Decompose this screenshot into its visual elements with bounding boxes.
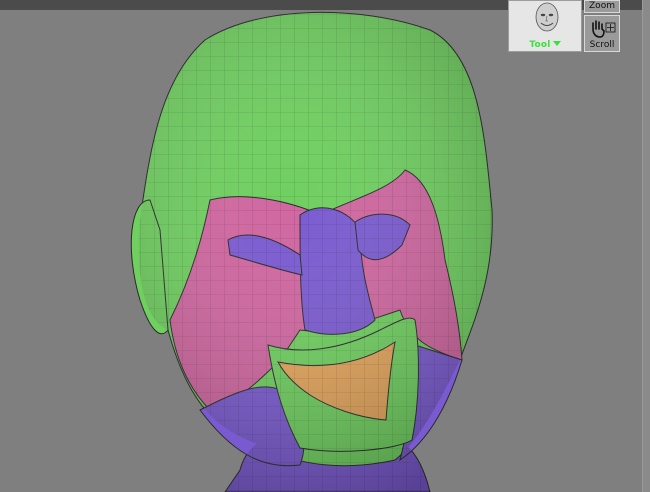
scroll-label: Scroll <box>589 40 615 50</box>
scroll-button[interactable]: Scroll <box>584 15 620 52</box>
zoom-label: Zoom <box>589 1 615 11</box>
surface-shading <box>138 12 493 492</box>
head-thumbnail-icon[interactable] <box>529 1 565 37</box>
hand-icon <box>592 20 616 38</box>
zoom-button[interactable]: Zoom <box>584 0 620 13</box>
right-edge-panel <box>642 0 650 492</box>
tool-label: Tool <box>529 40 551 50</box>
face-model[interactable] <box>0 10 642 492</box>
viewport-canvas[interactable] <box>0 10 642 492</box>
tool-dropdown[interactable]: Tool <box>509 40 581 50</box>
chevron-down-icon <box>552 41 561 46</box>
tool-panel[interactable]: Tool <box>508 0 582 52</box>
